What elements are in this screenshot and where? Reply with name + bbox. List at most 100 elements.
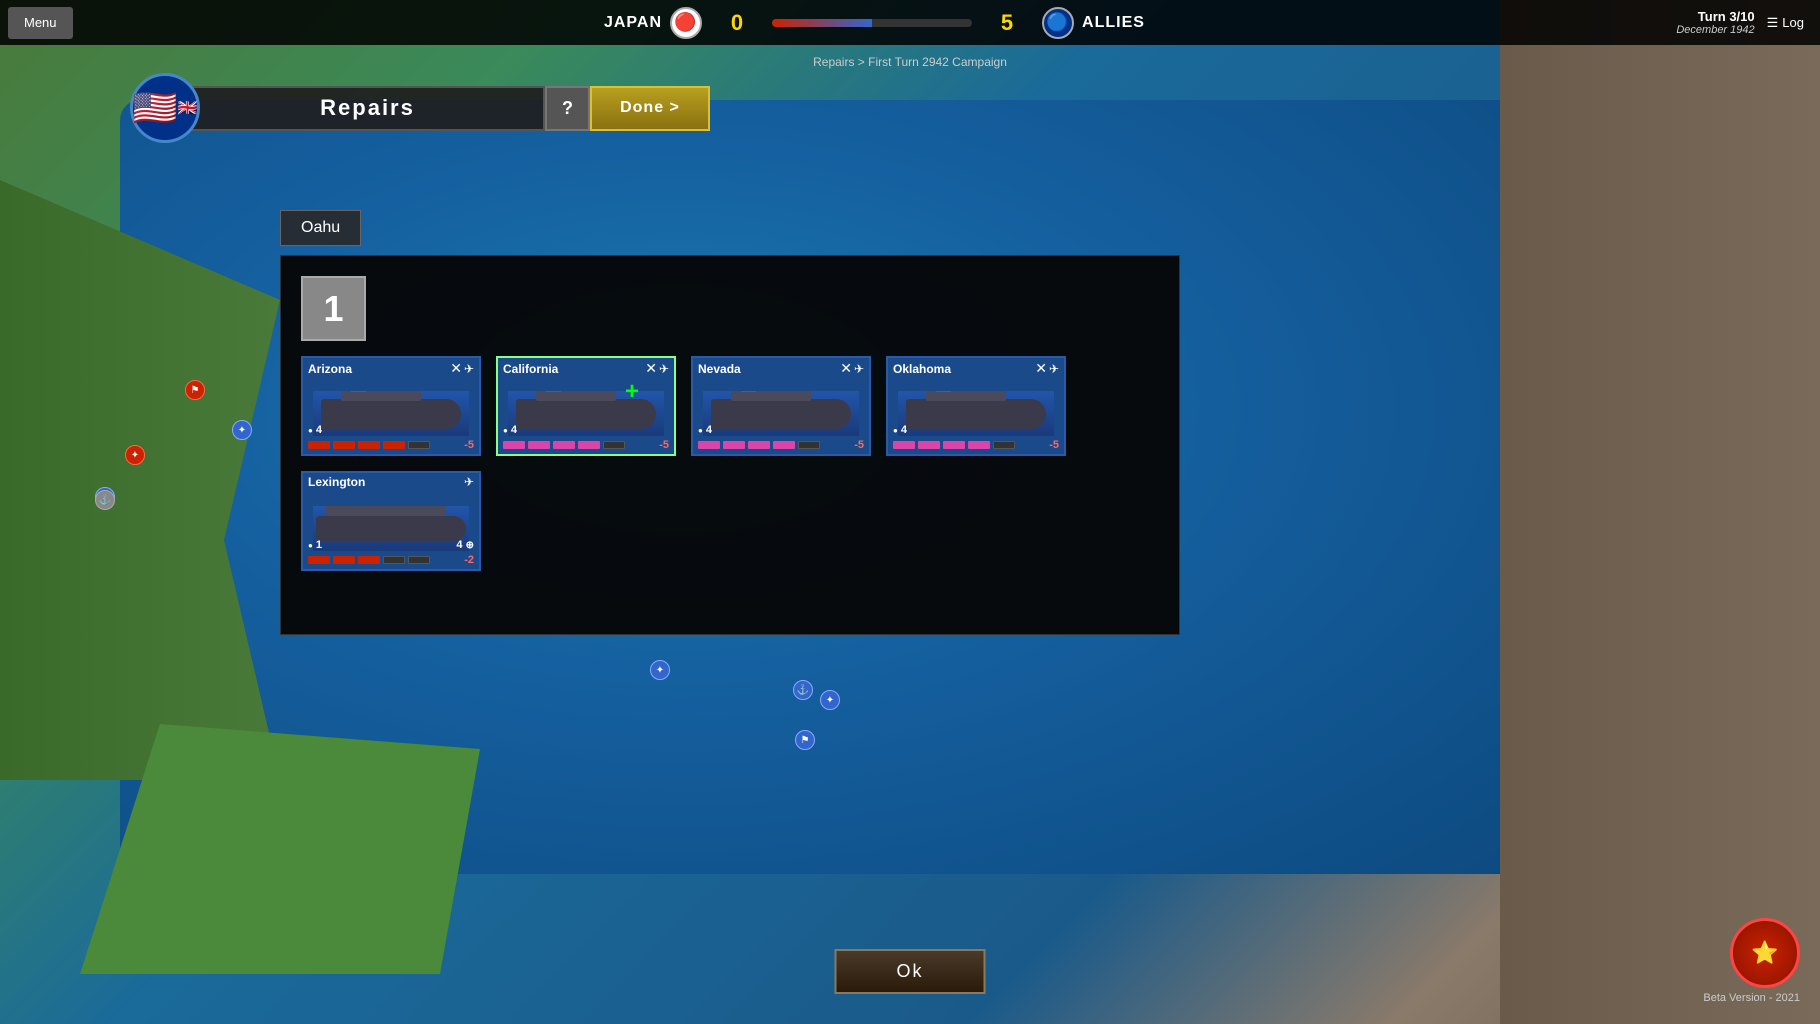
ship-stat-left-nevada: ● 4: [698, 424, 712, 436]
ship-damage-icon: ✕: [645, 360, 657, 377]
score-bar: [772, 19, 972, 27]
ship-card-california[interactable]: California ✕✈ ● 4 -5 +: [496, 356, 676, 456]
turn-number: Turn 3/10: [1676, 9, 1754, 24]
ships-grid: Arizona✕✈● 4-5California✕✈● 4-5+Nevada✕✈…: [301, 356, 1159, 571]
ship-damage-icon: ✕: [1035, 360, 1047, 377]
japan-label: JAPAN: [604, 14, 662, 32]
damage-pip: [968, 441, 990, 449]
allies-label: ALLIES: [1082, 14, 1145, 32]
map-unit-ally-3: ✦: [650, 660, 670, 680]
allies-faction: 🔵 ALLIES: [1042, 7, 1145, 39]
ship-damage-num-arizona: -5: [464, 439, 474, 451]
ship-damage-num-nevada: -5: [854, 439, 864, 451]
ship-plane-icon: ✈: [659, 362, 669, 376]
allies-score: 5: [992, 10, 1022, 36]
map-unit-japan-2: ⚑: [185, 380, 205, 400]
repairs-title-bar: Repairs: [190, 86, 545, 131]
menu-button[interactable]: Menu: [8, 7, 73, 39]
allies-flag-icon: 🔵: [1042, 7, 1074, 39]
damage-pip: [528, 441, 550, 449]
damage-pip: [358, 556, 380, 564]
ship-plane-icon: ✈: [464, 362, 474, 376]
ship-damage-bar-arizona: -5: [308, 440, 474, 450]
repairs-flag-icon: 🇺🇸🇬🇧: [130, 73, 200, 143]
ship-stat-left-california: ● 4: [503, 424, 517, 436]
damage-pip: [943, 441, 965, 449]
ok-button[interactable]: Ok: [834, 949, 985, 994]
damage-pip: [333, 556, 355, 564]
damage-pip: [308, 556, 330, 564]
damage-pip: [603, 441, 625, 449]
log-label: Log: [1782, 15, 1804, 30]
damage-pip: [773, 441, 795, 449]
ship-name-nevada: Nevada: [698, 362, 741, 376]
hamburger-icon: ☰: [1767, 15, 1779, 31]
damage-pip: [748, 441, 770, 449]
ship-damage-num-california: -5: [659, 439, 669, 451]
top-center-hud: JAPAN 🔴 0 5 🔵 ALLIES: [73, 7, 1677, 39]
damage-pip: [383, 441, 405, 449]
turn-date: December 1942: [1676, 24, 1754, 36]
ship-silhouette-lexington: [313, 506, 469, 551]
ship-stat-right-lexington: 4 ⊕: [456, 539, 474, 551]
ship-stat-left-oklahoma: ● 4: [893, 424, 907, 436]
repairs-header: 🇺🇸🇬🇧 Repairs ? Done >: [130, 73, 710, 143]
top-right-info: Turn 3/10 December 1942 ☰ Log: [1676, 9, 1820, 36]
damage-pip: [553, 441, 575, 449]
damage-pip: [383, 556, 405, 564]
damage-pip: [333, 441, 355, 449]
ship-silhouette-oklahoma: [898, 391, 1054, 436]
damage-pip: [308, 441, 330, 449]
map-unit-japan: ✦: [125, 445, 145, 465]
ship-name-oklahoma: Oklahoma: [893, 362, 951, 376]
ship-silhouette-california: [508, 391, 664, 436]
damage-pip: [408, 441, 430, 449]
ship-silhouette-nevada: [703, 391, 859, 436]
ship-damage-num-lexington: -2: [464, 554, 474, 566]
map-unit-ally-5: ✦: [820, 690, 840, 710]
map-unit-ally: ✦: [232, 420, 252, 440]
breadcrumb: Repairs > First Turn 2942 Campaign: [813, 55, 1007, 69]
ship-damage-bar-oklahoma: -5: [893, 440, 1059, 450]
ship-name-california: California: [503, 362, 558, 376]
repairs-title: Repairs: [320, 95, 415, 121]
top-bar: Menu JAPAN 🔴 0 5 🔵 ALLIES Turn 3/10 Dece…: [0, 0, 1820, 45]
ship-damage-icon: ✕: [840, 360, 852, 377]
repair-plus-icon: +: [625, 378, 639, 406]
damage-pip: [408, 556, 430, 564]
damage-pip: [358, 441, 380, 449]
ship-card-lexington[interactable]: Lexington ✈ ● 1 4 ⊕ -2: [301, 471, 481, 571]
ship-card-oklahoma[interactable]: Oklahoma ✕✈ ● 4 -5: [886, 356, 1066, 456]
ship-damage-bar-california: -5: [503, 440, 669, 450]
damage-pip: [723, 441, 745, 449]
japan-flag-icon: 🔴: [670, 7, 702, 39]
ship-stat-left-lexington: ● 1: [308, 539, 322, 551]
damage-pip: [918, 441, 940, 449]
ship-damage-num-oklahoma: -5: [1049, 439, 1059, 451]
ship-card-nevada[interactable]: Nevada✕✈● 4-5: [691, 356, 871, 456]
ship-damage-icon: ✕: [450, 360, 462, 377]
map-stone-panel: [1500, 0, 1820, 1024]
map-unit-3: ⚓: [95, 490, 115, 510]
logo-text: Beta Version - 2021: [1703, 992, 1800, 1004]
ship-name-arizona: Arizona: [308, 362, 352, 376]
damage-pip: [798, 441, 820, 449]
turn-info: Turn 3/10 December 1942: [1676, 9, 1754, 36]
done-button[interactable]: Done >: [590, 86, 710, 131]
log-button[interactable]: ☰ Log: [1767, 15, 1804, 31]
breadcrumb-text: Repairs > First Turn 2942 Campaign: [813, 55, 1007, 69]
help-button[interactable]: ?: [545, 86, 590, 131]
ship-damage-bar-nevada: -5: [698, 440, 864, 450]
damage-pip: [993, 441, 1015, 449]
location-name: Oahu: [301, 219, 340, 236]
logo-badge: ⭐: [1730, 918, 1800, 988]
repairs-panel: 1 Arizona✕✈● 4-5California✕✈● 4-5+Nevada…: [280, 255, 1180, 635]
ship-silhouette-arizona: [313, 391, 469, 436]
ship-card-arizona[interactable]: Arizona✕✈● 4-5: [301, 356, 481, 456]
damage-pip: [893, 441, 915, 449]
ship-name-lexington: Lexington: [308, 475, 365, 489]
damage-pip: [503, 441, 525, 449]
damage-pip: [698, 441, 720, 449]
ship-plane-icon: ✈: [1049, 362, 1059, 376]
ship-plane-icon: ✈: [464, 475, 474, 489]
